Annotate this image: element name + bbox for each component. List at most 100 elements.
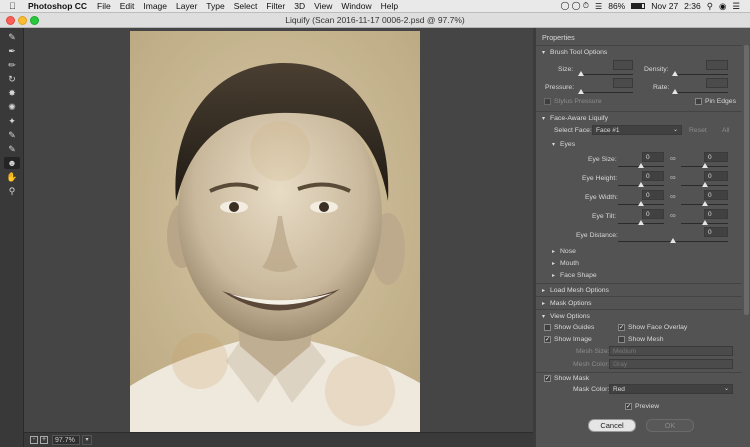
- eye-tilt-left-knob[interactable]: [638, 220, 644, 225]
- eye-distance-knob[interactable]: [670, 238, 676, 243]
- eye-width-right-field[interactable]: 0: [704, 190, 728, 200]
- eyes-section-header[interactable]: ▾ Eyes: [552, 141, 575, 148]
- wifi-icon[interactable]: ☰: [595, 2, 602, 11]
- cancel-button[interactable]: Cancel: [588, 419, 636, 432]
- zoom-window-button[interactable]: [30, 16, 39, 25]
- freeze-mask-icon[interactable]: ✎: [4, 129, 20, 141]
- load-mesh-options-header[interactable]: ▸ Load Mesh Options: [536, 283, 742, 296]
- pressure-slider[interactable]: [580, 92, 633, 93]
- stylus-pressure-checkbox[interactable]: [544, 98, 551, 105]
- eye-width-left-knob[interactable]: [638, 201, 644, 206]
- eye-size-right-knob[interactable]: [702, 163, 708, 168]
- zoom-level-field[interactable]: 97.7%: [52, 435, 80, 445]
- eye-height-right-knob[interactable]: [702, 182, 708, 187]
- rate-field[interactable]: [706, 78, 728, 88]
- eye-width-right-knob[interactable]: [702, 201, 708, 206]
- zoom-in-button[interactable]: +: [40, 436, 48, 444]
- bloat-icon[interactable]: ✺: [4, 101, 20, 113]
- mesh-size-dropdown[interactable]: Medium: [609, 346, 733, 356]
- show-face-overlay-checkbox[interactable]: ✓: [618, 324, 625, 331]
- panel-scrollbar[interactable]: [744, 45, 749, 315]
- menu-filter[interactable]: Filter: [266, 1, 285, 11]
- eye-width-left-field[interactable]: 0: [642, 190, 664, 200]
- app-menu[interactable]: Photoshop CC: [28, 1, 87, 11]
- chain-link-icon[interactable]: ∞: [670, 192, 676, 201]
- eye-tilt-left-field[interactable]: 0: [642, 209, 664, 219]
- face-aware-liquify-header[interactable]: ▾ Face-Aware Liquify: [536, 111, 742, 124]
- menu-type[interactable]: Type: [206, 1, 224, 11]
- eye-distance-field[interactable]: 0: [704, 227, 728, 237]
- density-slider-knob[interactable]: [672, 71, 678, 76]
- thaw-mask-icon[interactable]: ✎: [4, 143, 20, 155]
- face-tool-icon[interactable]: ☻: [4, 157, 20, 169]
- menu-layer[interactable]: Layer: [176, 1, 197, 11]
- face-shape-section-header[interactable]: ▸ Face Shape: [552, 272, 597, 279]
- chain-link-icon[interactable]: ∞: [670, 173, 676, 182]
- size-slider[interactable]: [580, 74, 633, 75]
- eye-tilt-right-field[interactable]: 0: [704, 209, 728, 219]
- eye-size-right-field[interactable]: 0: [704, 152, 728, 162]
- time[interactable]: 2:36: [684, 1, 701, 11]
- select-face-dropdown[interactable]: Face #1 ⌄: [592, 125, 682, 135]
- eye-tilt-right-knob[interactable]: [702, 220, 708, 225]
- menu-image[interactable]: Image: [143, 1, 167, 11]
- eye-height-left-knob[interactable]: [638, 182, 644, 187]
- smooth-icon[interactable]: ✏: [4, 59, 20, 71]
- brush-tool-options-header[interactable]: ▾ Brush Tool Options: [536, 45, 742, 58]
- push-left-icon[interactable]: ✦: [4, 115, 20, 127]
- menu-window[interactable]: Window: [341, 1, 371, 11]
- mesh-color-dropdown[interactable]: Gray: [609, 359, 733, 369]
- hand-icon[interactable]: ✋: [4, 171, 20, 183]
- pressure-field[interactable]: [613, 78, 633, 88]
- mask-options-header[interactable]: ▸ Mask Options: [536, 296, 742, 309]
- mask-color-dropdown[interactable]: Red ⌄: [609, 384, 733, 394]
- canvas-area[interactable]: [24, 28, 533, 432]
- pucker-icon[interactable]: ✸: [4, 87, 20, 99]
- minimize-window-button[interactable]: [18, 16, 27, 25]
- chain-link-icon[interactable]: ∞: [670, 211, 676, 220]
- forward-warp-icon[interactable]: ✎: [4, 31, 20, 43]
- zoom-icon[interactable]: ⚲: [4, 185, 20, 197]
- nose-section-header[interactable]: ▸ Nose: [552, 248, 576, 255]
- rate-slider-knob[interactable]: [672, 89, 678, 94]
- pin-edges-checkbox[interactable]: [695, 98, 702, 105]
- preview-checkbox[interactable]: ✓: [625, 403, 632, 410]
- show-guides-checkbox[interactable]: [544, 324, 551, 331]
- show-mesh-checkbox[interactable]: [618, 336, 625, 343]
- pressure-slider-knob[interactable]: [578, 89, 584, 94]
- eye-height-right-field[interactable]: 0: [704, 171, 728, 181]
- menu-3d[interactable]: 3D: [294, 1, 305, 11]
- portrait-photo[interactable]: [130, 31, 420, 432]
- battery-icon[interactable]: [631, 3, 646, 9]
- notification-icon[interactable]: ☰: [732, 1, 740, 12]
- view-options-header[interactable]: ▾ View Options: [536, 309, 742, 322]
- twirl-icon[interactable]: ↻: [4, 73, 20, 85]
- siri-icon[interactable]: ◉: [719, 1, 726, 12]
- menu-view[interactable]: View: [314, 1, 332, 11]
- density-slider[interactable]: [674, 74, 728, 75]
- eye-size-left-field[interactable]: 0: [642, 152, 664, 162]
- menu-edit[interactable]: Edit: [120, 1, 135, 11]
- size-field[interactable]: [613, 60, 633, 70]
- zoom-out-button[interactable]: -: [30, 436, 38, 444]
- eye-height-left-field[interactable]: 0: [642, 171, 664, 181]
- eye-size-left-knob[interactable]: [638, 163, 644, 168]
- close-window-button[interactable]: [6, 16, 15, 25]
- size-slider-knob[interactable]: [578, 71, 584, 76]
- all-button[interactable]: All: [722, 127, 730, 134]
- apple-icon[interactable]: : [9, 1, 23, 11]
- menu-help[interactable]: Help: [381, 1, 398, 11]
- chain-link-icon[interactable]: ∞: [670, 154, 676, 163]
- rate-slider[interactable]: [674, 92, 728, 93]
- zoom-dropdown[interactable]: ▾: [82, 435, 92, 445]
- show-mask-checkbox[interactable]: ✓: [544, 375, 551, 382]
- mouth-section-header[interactable]: ▸ Mouth: [552, 260, 579, 267]
- show-image-checkbox[interactable]: ✓: [544, 336, 551, 343]
- density-field[interactable]: [706, 60, 728, 70]
- menu-file[interactable]: File: [97, 1, 111, 11]
- ok-button[interactable]: OK: [646, 419, 694, 432]
- reconstruct-icon[interactable]: ✒: [4, 45, 20, 57]
- menu-select[interactable]: Select: [234, 1, 258, 11]
- reset-button[interactable]: Reset: [689, 127, 707, 134]
- search-icon[interactable]: ⚲: [707, 1, 713, 12]
